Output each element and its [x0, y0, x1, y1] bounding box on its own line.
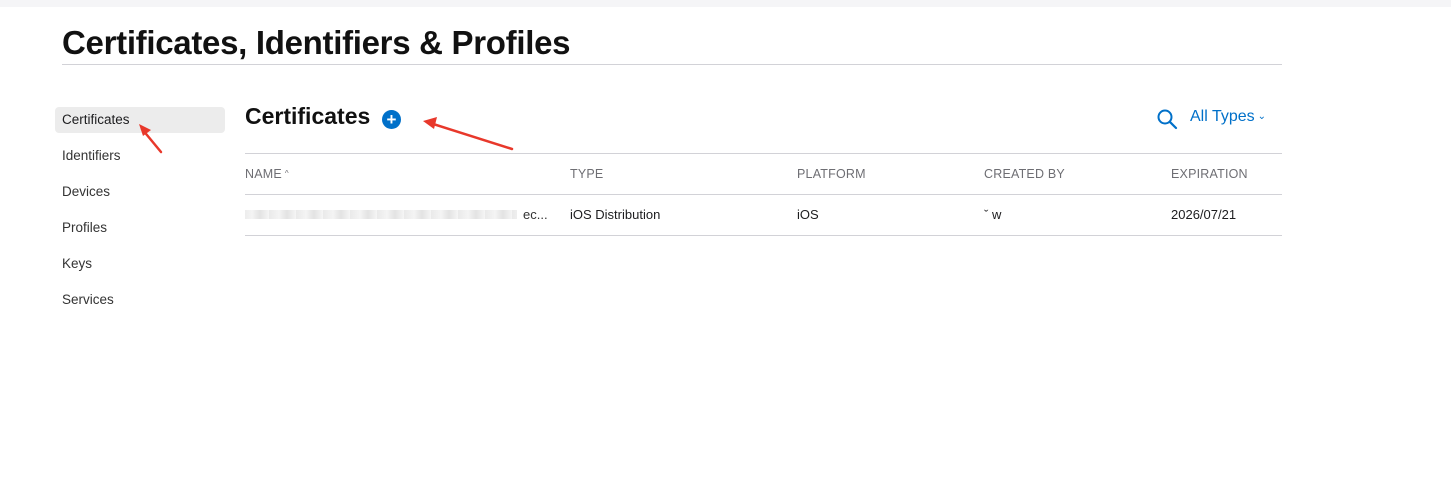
column-header-platform[interactable]: PLATFORM: [797, 154, 967, 194]
column-header-name[interactable]: NAME ^: [245, 154, 550, 194]
page-title: Certificates, Identifiers & Profiles: [62, 24, 571, 61]
cell-type: iOS Distribution: [570, 207, 661, 222]
chevron-down-icon: ⌄: [1257, 111, 1267, 122]
cell-created-by: ˇ w: [984, 207, 1002, 222]
sidebar-item-identifiers[interactable]: Identifiers: [55, 143, 225, 169]
type-filter-dropdown[interactable]: All Types ⌄: [1190, 108, 1266, 126]
cell-name: ec...: [245, 195, 550, 235]
sort-ascending-icon: ^: [284, 169, 289, 178]
column-header-type[interactable]: TYPE: [570, 154, 770, 194]
table-header: NAME ^ TYPE PLATFORM CREATED BY EXPIRATIO…: [245, 154, 1282, 194]
sidebar-item-certificates[interactable]: Certificates: [55, 107, 225, 133]
add-certificate-button[interactable]: +: [382, 110, 401, 129]
section-title: Certificates: [245, 103, 371, 129]
title-divider: [62, 64, 1282, 65]
cell-expiration: 2026/07/21: [1171, 207, 1237, 222]
plus-circle-icon: +: [386, 110, 397, 129]
table-bottom-divider: [245, 235, 1282, 236]
sidebar-item-devices[interactable]: Devices: [55, 179, 225, 205]
column-header-expiration[interactable]: EXPIRATION: [1171, 154, 1281, 194]
sidebar-item-keys[interactable]: Keys: [55, 251, 225, 277]
sidebar-item-profiles[interactable]: Profiles: [55, 215, 225, 241]
certificates-table: NAME ^ TYPE PLATFORM CREATED BY EXPIRATIO…: [245, 153, 1282, 236]
type-filter-label: All Types: [1190, 108, 1255, 125]
cell-platform: iOS: [797, 207, 819, 222]
search-icon[interactable]: [1156, 108, 1178, 130]
annotation-arrow-add-button: [423, 117, 514, 151]
column-header-created-by[interactable]: CREATED BY: [984, 154, 1154, 194]
sidebar: Certificates Identifiers Devices Profile…: [55, 107, 225, 323]
sidebar-item-services[interactable]: Services: [55, 287, 225, 313]
redacted-name: [245, 210, 517, 219]
table-row[interactable]: ec... iOS Distribution iOS ˇ w 2026/07/2…: [245, 195, 1282, 235]
top-bar: [0, 0, 1451, 7]
